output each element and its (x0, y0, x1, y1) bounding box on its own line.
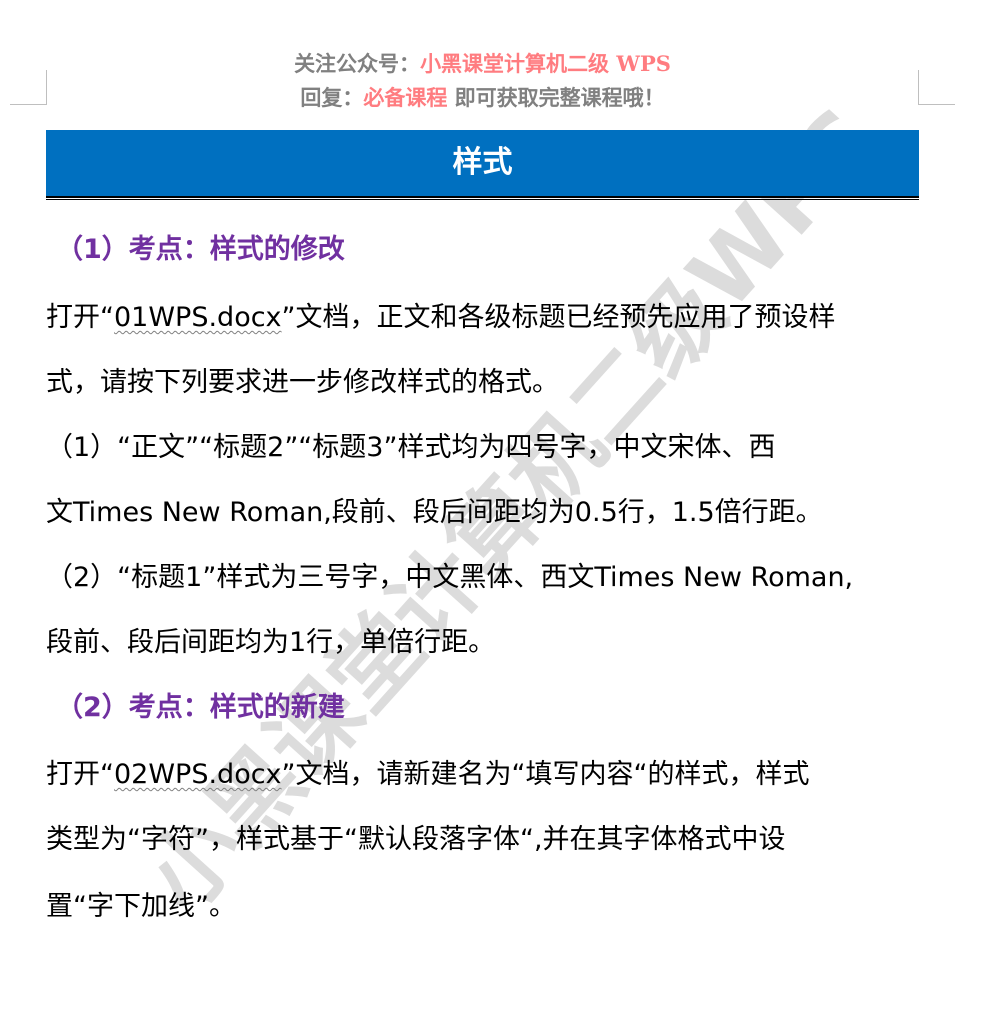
paragraph-line: （1）“正文”“标题2”“标题3”样式均为四号字，中文宋体、西 (46, 432, 776, 463)
paragraph-line: 置“字下加线”。 (46, 891, 236, 922)
text: ”文档，请新建名为“填写内容“的样式，样式 (281, 759, 810, 790)
text: ”文档，正文和各级标题已经预先应用了预设样 (281, 302, 836, 333)
title-divider (46, 196, 919, 198)
paragraph-line: 段前、段后间距均为1行，单倍行距。 (46, 627, 496, 658)
file-name: 02WPS.docx (114, 759, 282, 790)
title-divider-thin (46, 199, 919, 200)
page-title: 样式 (46, 130, 919, 196)
header-account-name: 小黑课堂计算机二级 WPS (420, 51, 671, 76)
section-heading: （1）考点：样式的修改 (56, 234, 345, 265)
paragraph-line: 类型为“字符”，样式基于“默认段落字体“,并在其字体格式中设 (46, 824, 786, 855)
section-heading: （2）考点：样式的新建 (56, 692, 345, 723)
header-line-1: 关注公众号：小黑课堂计算机二级 WPS (0, 48, 965, 78)
header-keyword: 必备课程 (363, 85, 448, 110)
paragraph-line: 文Times New Roman,段前、段后间距均为0.5行，1.5倍行距。 (46, 497, 823, 528)
text: 打开“ (46, 302, 114, 333)
file-name: 01WPS.docx (114, 302, 282, 333)
header-line-2: 回复：必备课程 即可获取完整课程哦！ (0, 82, 965, 112)
paragraph-line: 式，请按下列要求进一步修改样式的格式。 (46, 367, 559, 398)
paragraph-line: 打开“01WPS.docx”文档，正文和各级标题已经预先应用了预设样 (46, 298, 926, 338)
paragraph-line: 打开“02WPS.docx”文档，请新建名为“填写内容“的样式，样式 (46, 755, 926, 795)
text: 打开“ (46, 759, 114, 790)
header-label: 关注公众号： (294, 51, 421, 76)
header-text: 即可获取完整课程哦！ (447, 85, 665, 110)
header-label: 回复： (300, 85, 364, 110)
paragraph-line: （2）“标题1”样式为三号字，中文黑体、西文Times New Roman, (46, 562, 854, 593)
